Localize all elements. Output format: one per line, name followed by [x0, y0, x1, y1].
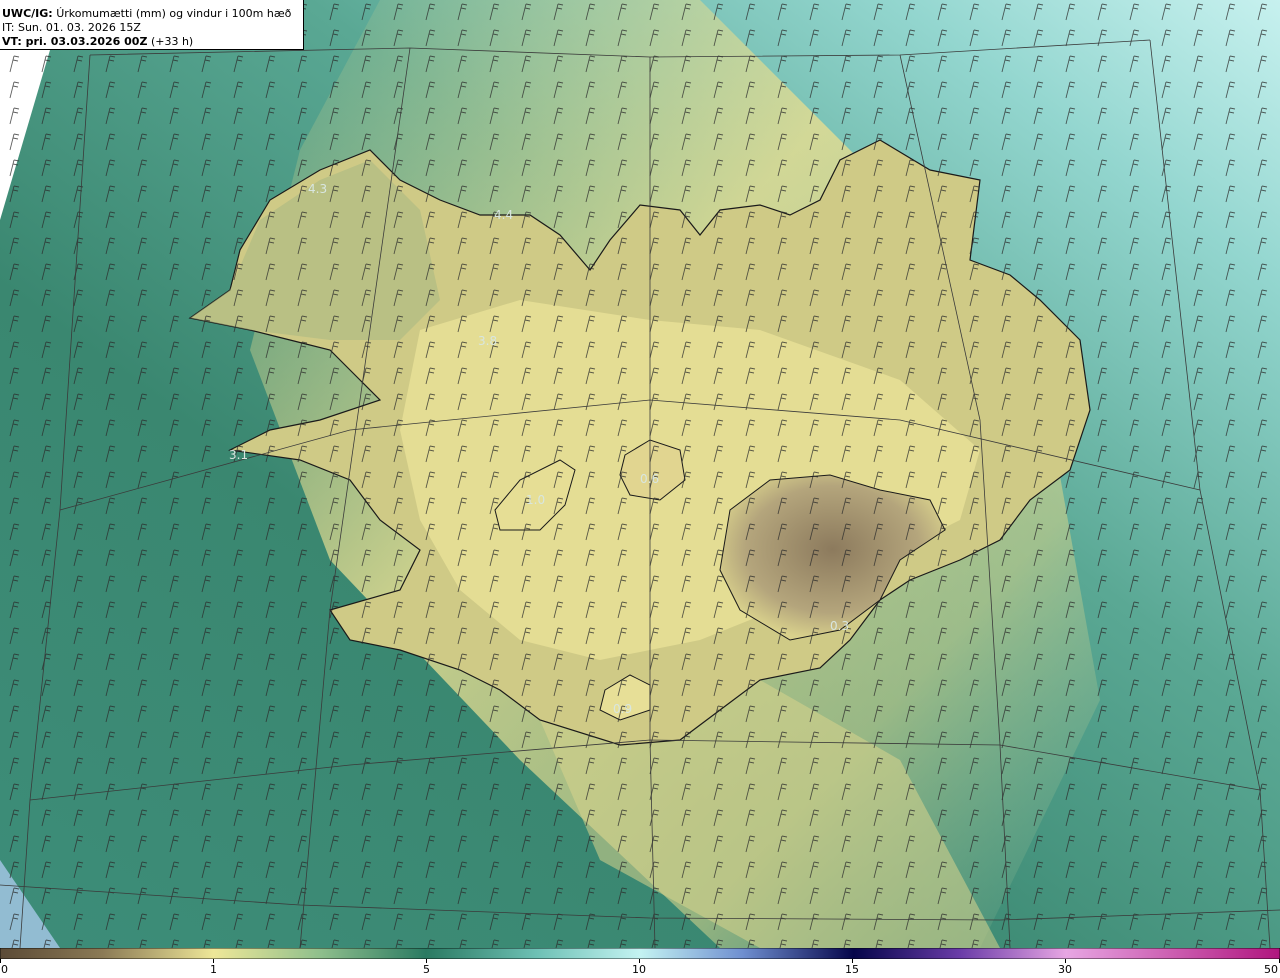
- valid-time-offset: (+33 h): [150, 35, 194, 48]
- map-info-box: UWC/IG: Úrkomumætti (mm) og vindur i 100…: [0, 0, 304, 50]
- map-label-4: 3.8: [478, 334, 497, 348]
- map-label-5: 1.0: [526, 493, 545, 507]
- model-name: UWC/IG:: [2, 7, 53, 20]
- map-label-1: 4.3: [308, 182, 327, 196]
- map-label-8: 0.9: [613, 702, 632, 716]
- colorbar-label-50: 50: [1264, 963, 1278, 976]
- colorbar-label-0: 0: [1, 963, 8, 976]
- colorbar-label-15: 15: [845, 963, 859, 976]
- map-label-2: 4.4: [494, 208, 513, 222]
- valid-time-main: VT: pri. 03.03.2026 00Z: [2, 35, 148, 48]
- colorbar-label-30: 30: [1058, 963, 1072, 976]
- colorbar: [0, 948, 1280, 959]
- valid-time: VT: pri. 03.03.2026 00Z (+33 h): [2, 35, 303, 49]
- init-time: IT: Sun. 01. 03. 2026 15Z: [2, 21, 141, 34]
- precipitation-wind-map: 4.3 4.4 3.1 3.8 1.0 0.6 0.3 0.9: [0, 0, 1280, 948]
- colorbar-label-5: 5: [423, 963, 430, 976]
- colorbar-label-1: 1: [210, 963, 217, 976]
- map-label-3: 3.1: [229, 448, 248, 462]
- map-title: UWC/IG: Úrkomumætti (mm) og vindur i 100…: [2, 7, 303, 21]
- colorbar-label-10: 10: [632, 963, 646, 976]
- map-label-7: 0.3: [830, 619, 849, 633]
- field-name: Úrkomumætti (mm) og vindur i 100m hæð: [56, 7, 292, 20]
- map-label-6: 0.6: [640, 472, 659, 486]
